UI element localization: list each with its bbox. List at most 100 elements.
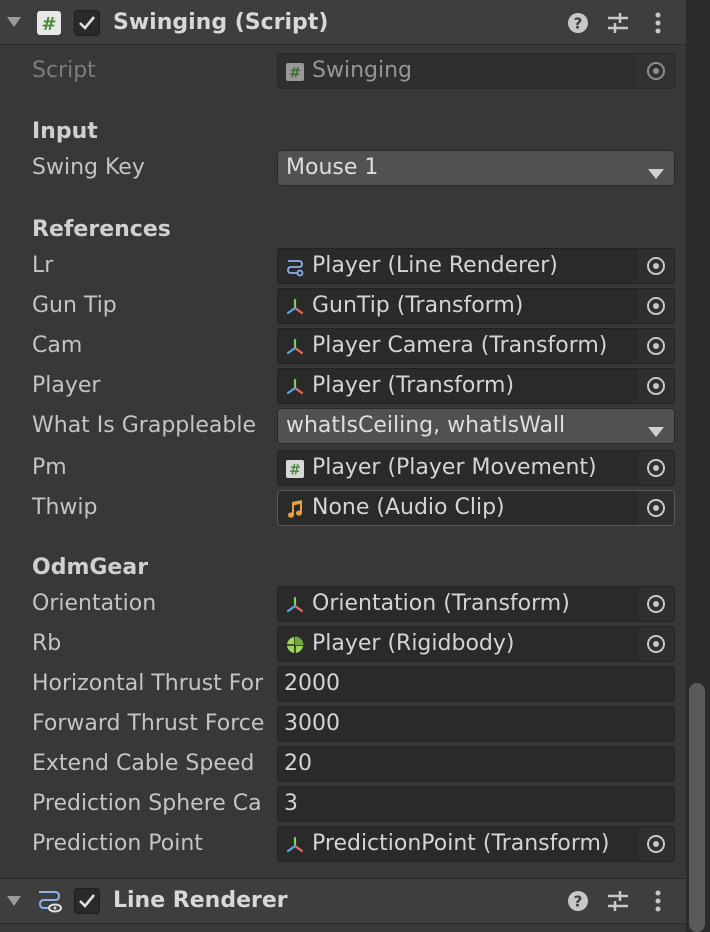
orientation-label: Orientation [32, 591, 157, 616]
what-is-grappleable-value: whatIsCeiling, whatIsWall [286, 413, 566, 438]
transform-icon [285, 595, 305, 615]
swing-key-dropdown[interactable]: Mouse 1 [277, 150, 675, 186]
script-icon: # [285, 62, 305, 82]
gun-tip-row: Gun Tip GunTip (Transform) [0, 288, 686, 324]
svg-text:#: # [41, 14, 56, 35]
foldout-arrow-icon[interactable] [6, 14, 22, 30]
gun-tip-label: Gun Tip [32, 293, 117, 318]
transform-icon [285, 377, 305, 397]
cam-value: Player Camera (Transform) [312, 333, 608, 358]
forward-thrust-row: Forward Thrust Force 3000 [0, 706, 686, 742]
extend-cable-speed-label: Extend Cable Speed [32, 751, 255, 776]
rb-row: Rb Player (Rigidbody) [0, 626, 686, 662]
svg-text:?: ? [574, 15, 583, 33]
rb-value: Player (Rigidbody) [312, 631, 515, 656]
extend-cable-speed-input[interactable]: 20 [277, 746, 675, 782]
script-icon: # [36, 10, 62, 36]
swing-key-label: Swing Key [32, 155, 145, 180]
line-renderer-icon [285, 257, 305, 277]
forward-thrust-input[interactable]: 3000 [277, 706, 675, 742]
more-options-icon[interactable] [645, 888, 671, 914]
pm-value: Player (Player Movement) [312, 455, 597, 480]
object-picker-icon[interactable] [637, 587, 674, 621]
player-row: Player Player (Transform) [0, 368, 686, 404]
svg-text:#: # [289, 463, 301, 479]
more-options-icon[interactable] [645, 10, 671, 36]
script-row: Script # Swinging [0, 53, 686, 89]
thwip-label: Thwip [32, 495, 98, 520]
component-enabled-checkbox[interactable] [74, 888, 100, 914]
presets-icon[interactable] [605, 10, 631, 36]
line-renderer-icon [36, 887, 62, 913]
object-picker-icon[interactable] [637, 289, 674, 323]
rb-field[interactable]: Player (Rigidbody) [277, 626, 675, 662]
extend-cable-speed-value: 20 [284, 751, 312, 776]
script-field: # Swinging [277, 53, 675, 89]
gun-tip-field[interactable]: GunTip (Transform) [277, 288, 675, 324]
object-picker-icon [637, 54, 674, 88]
script-icon: # [285, 459, 305, 479]
transform-icon [285, 835, 305, 855]
thwip-value: None (Audio Clip) [312, 495, 505, 520]
section-input: Input [32, 119, 98, 144]
pm-label: Pm [32, 455, 67, 480]
swing-key-row: Swing Key Mouse 1 [0, 150, 686, 186]
thwip-row: Thwip None (Audio Clip) [0, 490, 686, 526]
what-is-grappleable-dropdown[interactable]: whatIsCeiling, whatIsWall [277, 408, 675, 444]
presets-icon[interactable] [605, 888, 631, 914]
prediction-point-field[interactable]: PredictionPoint (Transform) [277, 826, 675, 862]
svg-text:?: ? [574, 893, 583, 911]
component-enabled-checkbox[interactable] [74, 10, 100, 36]
what-is-grappleable-row: What Is Grappleable whatIsCeiling, whatI… [0, 408, 686, 444]
rigidbody-icon [285, 635, 305, 655]
what-is-grappleable-label: What Is Grappleable [32, 413, 256, 438]
line-renderer-title: Line Renderer [113, 888, 288, 913]
help-icon[interactable]: ? [565, 10, 591, 36]
line-renderer-component-header[interactable]: Line Renderer ? [0, 878, 686, 924]
audio-clip-icon [285, 499, 305, 519]
pm-field[interactable]: # Player (Player Movement) [277, 450, 675, 486]
object-picker-icon[interactable] [637, 249, 674, 283]
object-picker-icon[interactable] [637, 329, 674, 363]
extend-cable-speed-row: Extend Cable Speed 20 [0, 746, 686, 782]
section-odmgear: OdmGear [32, 555, 149, 580]
horizontal-thrust-input[interactable]: 2000 [277, 666, 675, 702]
orientation-field[interactable]: Orientation (Transform) [277, 586, 675, 622]
object-picker-icon[interactable] [637, 451, 674, 485]
prediction-sphere-row: Prediction Sphere Ca 3 [0, 786, 686, 822]
scrollbar-thumb[interactable] [689, 683, 705, 932]
horizontal-thrust-label: Horizontal Thrust For [32, 671, 264, 696]
player-label: Player [32, 373, 101, 398]
component-title: Swinging (Script) [113, 10, 329, 35]
prediction-sphere-input[interactable]: 3 [277, 786, 675, 822]
object-picker-icon[interactable] [637, 827, 674, 861]
lr-label: Lr [32, 253, 54, 278]
forward-thrust-value: 3000 [284, 711, 340, 736]
dropdown-arrow-icon [648, 422, 664, 441]
script-value: Swinging [312, 58, 412, 83]
object-picker-icon[interactable] [637, 627, 674, 661]
orientation-row: Orientation Orientation (Transform) [0, 586, 686, 622]
transform-icon [285, 337, 305, 357]
forward-thrust-label: Forward Thrust Force [32, 711, 265, 736]
lr-value: Player (Line Renderer) [312, 253, 558, 278]
gun-tip-value: GunTip (Transform) [312, 293, 524, 318]
player-field[interactable]: Player (Transform) [277, 368, 675, 404]
prediction-sphere-label: Prediction Sphere Ca [32, 791, 262, 816]
horizontal-thrust-row: Horizontal Thrust For 2000 [0, 666, 686, 702]
dropdown-arrow-icon [648, 164, 664, 183]
help-icon[interactable]: ? [565, 888, 591, 914]
component-header[interactable]: # Swinging (Script) ? [0, 0, 686, 45]
lr-field[interactable]: Player (Line Renderer) [277, 248, 675, 284]
inspector-panel: # Swinging (Script) ? Script # Swinging … [0, 0, 686, 932]
thwip-field[interactable]: None (Audio Clip) [277, 490, 675, 526]
object-picker-icon[interactable] [637, 369, 674, 403]
prediction-point-row: Prediction Point PredictionPoint (Transf… [0, 826, 686, 862]
foldout-arrow-icon[interactable] [6, 893, 22, 909]
swing-key-value: Mouse 1 [286, 155, 379, 180]
horizontal-thrust-value: 2000 [284, 671, 340, 696]
cam-field[interactable]: Player Camera (Transform) [277, 328, 675, 364]
cam-label: Cam [32, 333, 83, 358]
prediction-point-value: PredictionPoint (Transform) [312, 831, 610, 856]
object-picker-icon[interactable] [637, 491, 674, 525]
